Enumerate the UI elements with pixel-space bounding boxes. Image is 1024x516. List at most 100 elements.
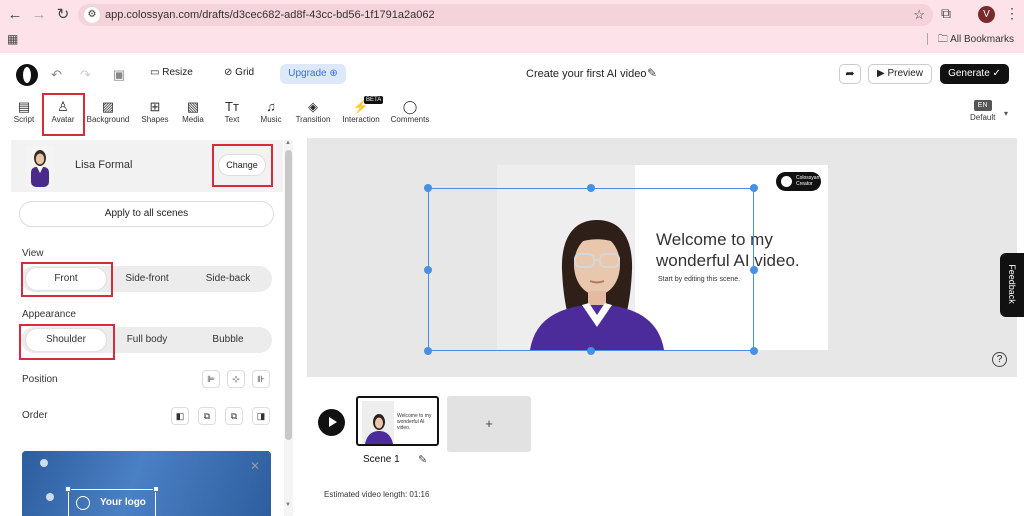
feedback-label: Feedback <box>1007 264 1017 304</box>
preview-label: Preview <box>887 68 924 79</box>
preview-button[interactable]: ▶ Preview <box>868 64 932 84</box>
all-bookmarks-label: All Bookmarks <box>950 34 1014 45</box>
play-button[interactable] <box>318 409 345 436</box>
add-scene-button[interactable]: + <box>447 396 531 452</box>
tool-background[interactable]: ▨ Background <box>86 98 130 124</box>
background-icon: ▨ <box>101 99 115 114</box>
tool-shapes[interactable]: ⊞ Shapes <box>140 98 170 124</box>
bring-to-front-icon[interactable]: ◧ <box>171 407 189 425</box>
tool-label: Shapes <box>141 115 169 124</box>
resize-handle[interactable] <box>424 184 432 192</box>
tool-label: Transition <box>295 115 331 124</box>
tool-text[interactable]: Tт Text <box>221 98 243 124</box>
reload-icon[interactable]: ↻ <box>54 6 72 24</box>
site-settings-icon[interactable]: ⚙ <box>84 7 100 23</box>
bring-forward-icon[interactable]: ⧉ <box>198 407 216 425</box>
apply-to-all-scenes-button[interactable]: Apply to all scenes <box>19 201 274 227</box>
highlight-change-button <box>212 144 273 187</box>
close-icon[interactable]: ✕ <box>250 459 260 473</box>
resize-handle[interactable] <box>153 486 159 492</box>
resize-label: Resize <box>162 67 193 78</box>
upgrade-label: Upgrade <box>288 68 327 79</box>
help-icon[interactable]: ? <box>992 352 1007 367</box>
edit-title-icon[interactable]: ✎ <box>647 66 657 80</box>
tool-label: Music <box>260 115 282 124</box>
send-to-back-icon[interactable]: ◨ <box>252 407 270 425</box>
language-label: Default <box>970 113 996 122</box>
upgrade-arrow-icon: ⊕ <box>329 68 338 79</box>
slide-logo-subtext: Creator <box>796 181 813 187</box>
back-icon[interactable]: ← <box>6 6 24 24</box>
folder-icon: 🗀 <box>937 34 951 45</box>
project-title[interactable]: Create your first AI video <box>526 68 646 80</box>
generate-button[interactable]: Generate ✓ <box>940 64 1009 84</box>
your-logo-text: Your logo <box>100 497 146 508</box>
share-button[interactable]: ➦ <box>839 64 861 84</box>
colossyan-logo[interactable] <box>16 64 38 86</box>
address-bar[interactable]: ⚙ app.colossyan.com/drafts/d3cec682-ad8f… <box>78 4 933 26</box>
align-left-icon[interactable]: ⊫ <box>202 370 220 388</box>
tool-label: Text <box>224 115 240 124</box>
resize-handle[interactable] <box>750 347 758 355</box>
scroll-up-icon[interactable]: ▲ <box>285 140 291 146</box>
resize-handle[interactable] <box>424 266 432 274</box>
panel-scrollbar[interactable]: ▲ ▼ <box>284 140 293 516</box>
resize-handle[interactable] <box>750 184 758 192</box>
order-label: Order <box>22 410 48 421</box>
grid-button[interactable]: ⊘ Grid <box>224 67 254 78</box>
redo-icon[interactable]: ↷ <box>80 67 91 83</box>
apps-grid-icon[interactable]: ▦ <box>7 32 18 46</box>
beta-badge: BETA <box>364 96 384 104</box>
url-text: app.colossyan.com/drafts/d3cec682-ad8f-4… <box>105 9 435 21</box>
all-bookmarks[interactable]: 🗀 All Bookmarks <box>926 32 1014 49</box>
scroll-down-icon[interactable]: ▼ <box>285 502 291 508</box>
appearance-label: Appearance <box>22 309 76 320</box>
resize-handle[interactable] <box>587 347 595 355</box>
scene-thumbnail[interactable]: Welcome to my wonderful AI video. <box>356 396 439 446</box>
send-backward-icon[interactable]: ⧉ <box>225 407 243 425</box>
align-right-icon[interactable]: ⊪ <box>252 370 270 388</box>
tool-transition[interactable]: ◈ Transition <box>295 98 331 124</box>
resize-handle[interactable] <box>65 486 71 492</box>
avatar-selection-box[interactable] <box>428 188 754 351</box>
media-icon: ▧ <box>186 99 200 114</box>
browser-menu-icon[interactable]: ⋮ <box>1005 5 1019 22</box>
resize-handle[interactable] <box>750 266 758 274</box>
tool-music[interactable]: ♫ Music <box>258 98 284 124</box>
forward-icon[interactable]: → <box>30 6 48 24</box>
bookmark-star-icon[interactable]: ☆ <box>913 4 925 26</box>
avatar-name: Lisa Formal <box>75 159 133 171</box>
undo-icon[interactable]: ↶ <box>51 67 62 83</box>
edit-scene-name-icon[interactable]: ✎ <box>418 453 427 466</box>
slide-logo: Colossyan Creator <box>776 172 821 191</box>
language-code: EN <box>973 100 992 111</box>
resize-handle[interactable] <box>587 184 595 192</box>
tool-label: Script <box>13 115 35 124</box>
generate-label: Generate <box>948 68 990 79</box>
view-side-front-option[interactable]: Side-front <box>109 266 185 292</box>
logo-placement-preview[interactable]: Your logo <box>22 451 271 516</box>
upgrade-button[interactable]: Upgrade ⊕ <box>280 64 346 84</box>
appearance-bubble-option[interactable]: Bubble <box>189 327 267 353</box>
tool-comments[interactable]: ◯ Comments <box>390 98 430 124</box>
extensions-icon[interactable]: ⧉ <box>941 5 951 22</box>
transition-icon: ◈ <box>308 99 318 114</box>
scene-thumb-text: Welcome to my wonderful AI video. <box>397 413 437 431</box>
appearance-full-body-option[interactable]: Full body <box>109 327 185 353</box>
resize-handle[interactable] <box>424 347 432 355</box>
save-icon[interactable]: ▣ <box>113 67 125 83</box>
position-label: Position <box>22 374 58 385</box>
tool-script[interactable]: ▤ Script <box>13 98 35 124</box>
share-icon: ➦ <box>845 68 855 80</box>
feedback-tab[interactable]: Feedback <box>1000 253 1024 317</box>
tool-media[interactable]: ▧ Media <box>181 98 205 124</box>
estimated-length: Estimated video length: 01:16 <box>324 490 430 499</box>
language-selector[interactable]: EN Default <box>970 100 995 122</box>
scrollbar-thumb[interactable] <box>285 150 292 440</box>
view-side-back-option[interactable]: Side-back <box>189 266 267 292</box>
align-center-icon[interactable]: ⊹ <box>227 370 245 388</box>
profile-avatar[interactable]: V <box>978 6 995 23</box>
scene-name: Scene 1 <box>363 454 400 465</box>
chevron-down-icon[interactable]: ▾ <box>1004 109 1008 118</box>
resize-button[interactable]: ▭ Resize <box>150 67 193 78</box>
